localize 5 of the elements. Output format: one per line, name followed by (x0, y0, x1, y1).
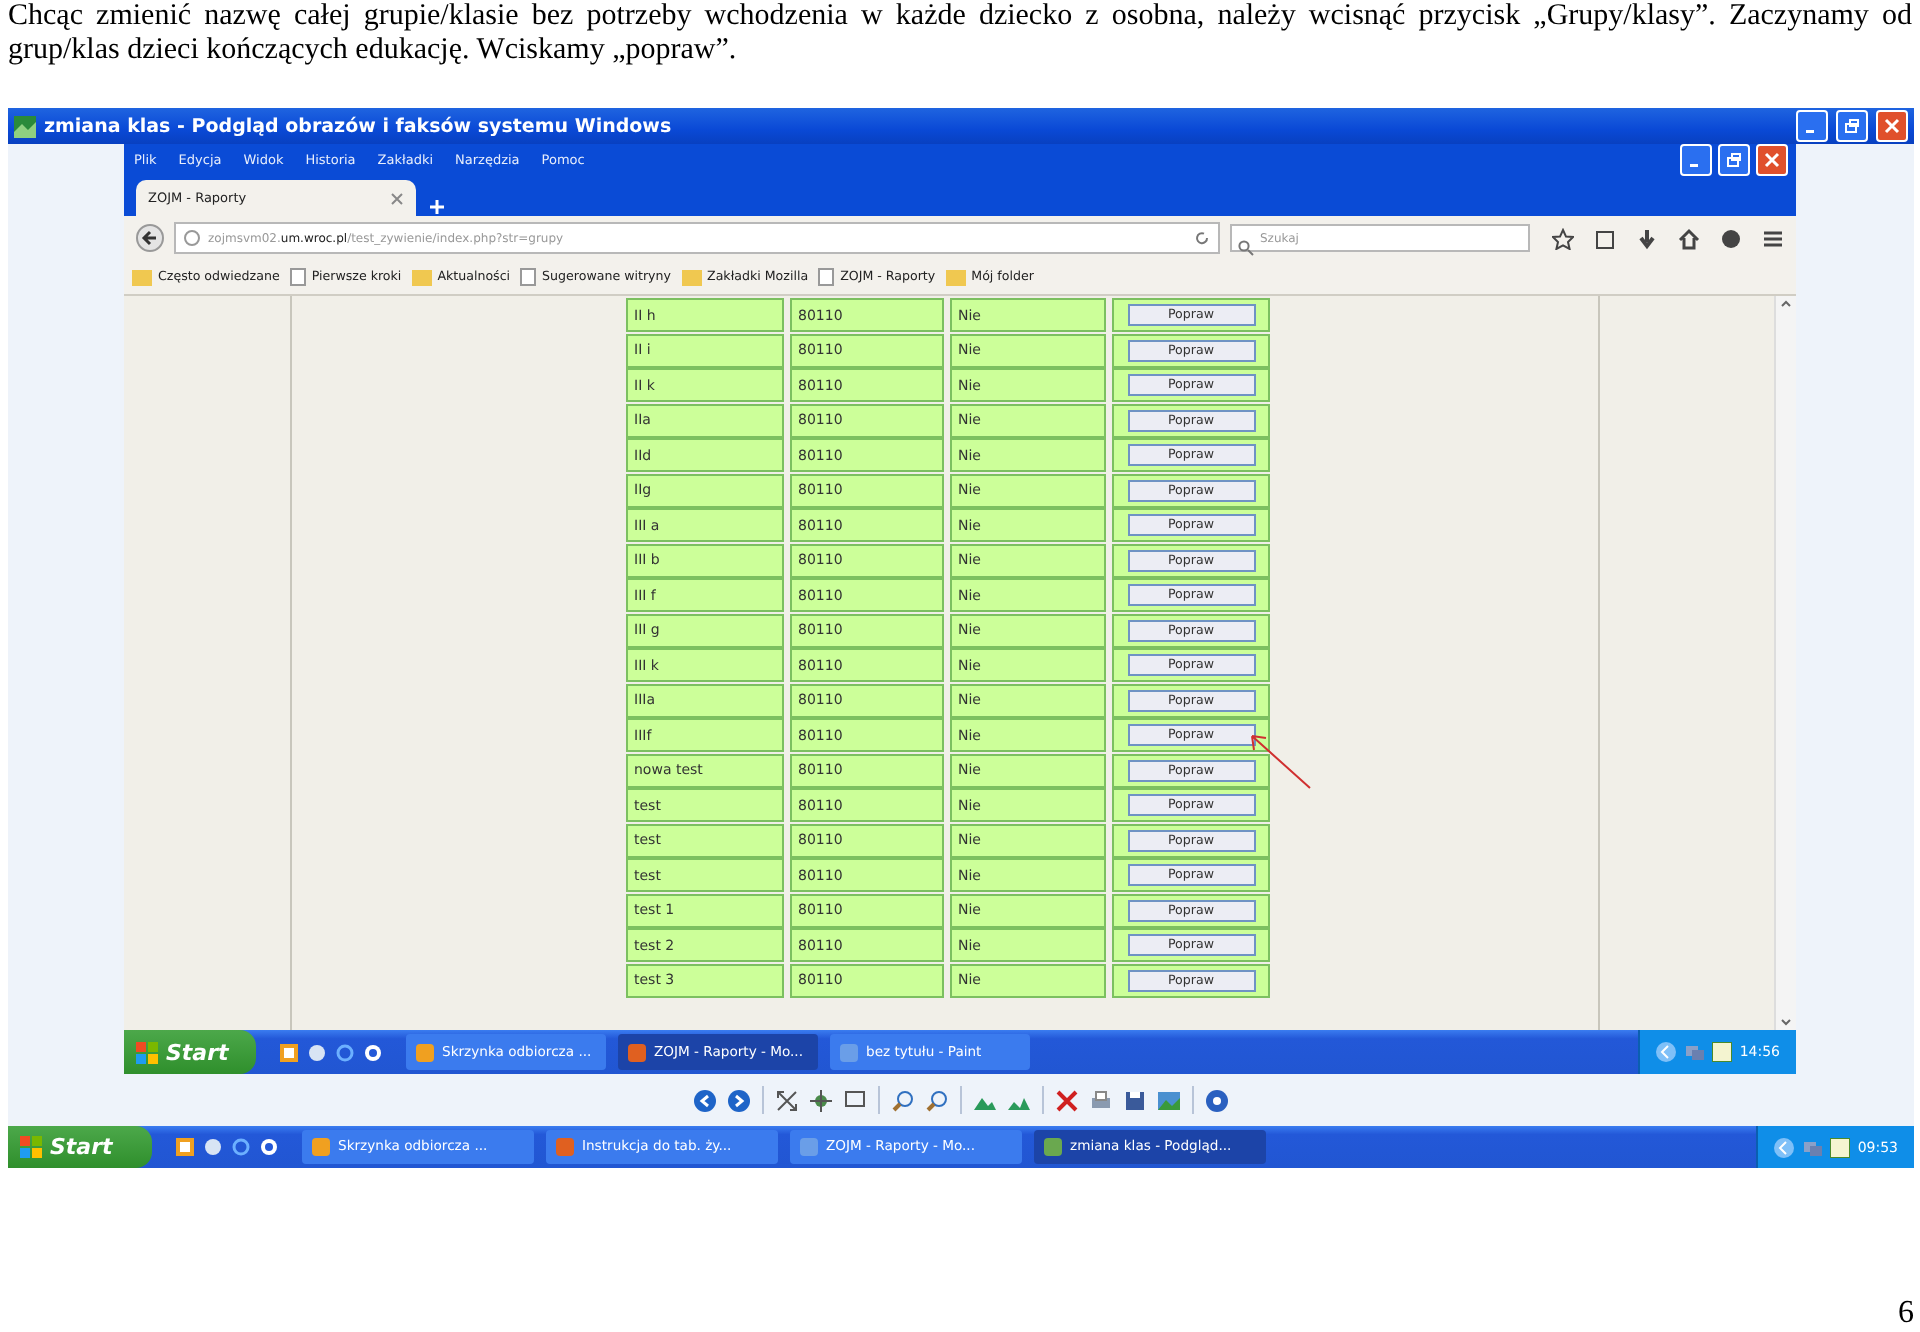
start-button[interactable]: Start (8, 1126, 152, 1168)
window-title: zmiana klas - Podgląd obrazów i faksów systemu Windows (44, 115, 674, 137)
start-button[interactable]: Start (124, 1030, 256, 1074)
page-number: 6 (1898, 1296, 1914, 1332)
caption-paragraph: Chcąc zmienić nazwę całej grupie/klasie bez potrzeby wchodzenia w każde dziecko z osobna, należy wcisnąć przycisk „Grupy/klasy”. Zaczynamy od grup/klas dzieci kończących edukację. Wciskamy „popraw”. (6, 0, 1914, 70)
